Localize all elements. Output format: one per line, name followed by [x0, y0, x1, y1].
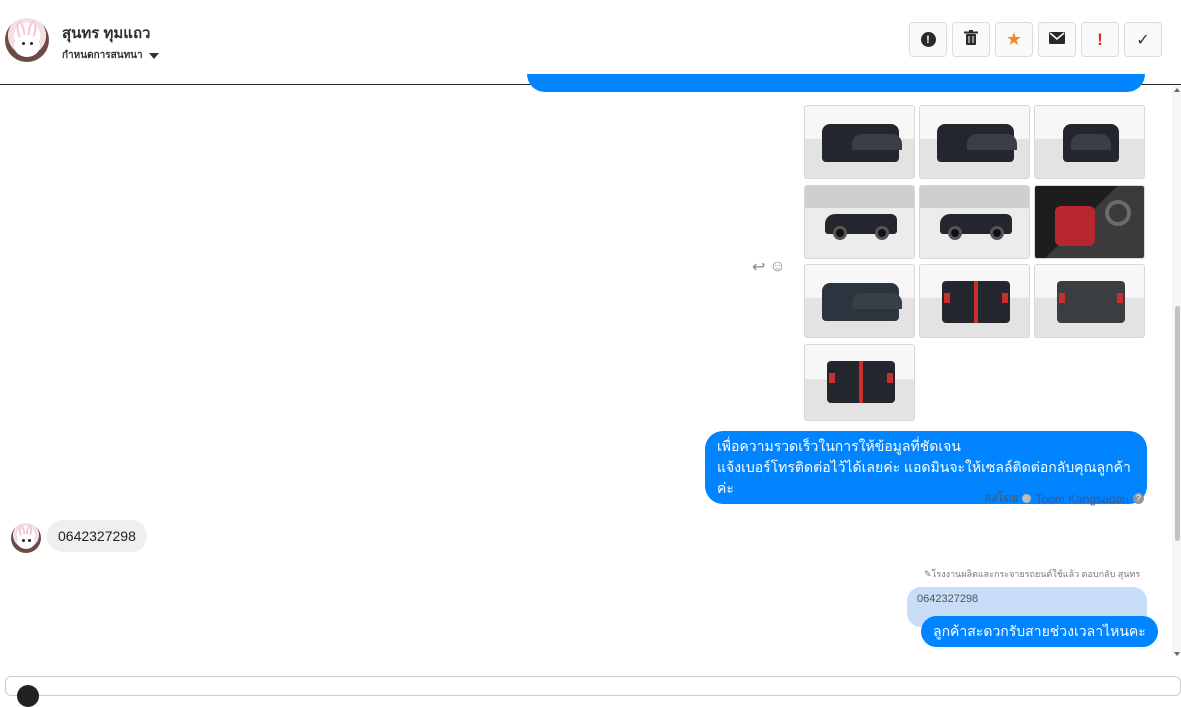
sent-by: ส่งโดย Toom Kangsadan ?	[984, 489, 1144, 508]
trash-icon	[964, 29, 978, 50]
pencil-icon: ✎	[924, 569, 932, 579]
contact-avatar[interactable]	[5, 18, 49, 62]
incoming-avatar-wrap	[11, 523, 41, 553]
reply-icon[interactable]: ↩	[752, 257, 765, 277]
scrollbar-thumb[interactable]	[1175, 306, 1180, 541]
sender-name-link[interactable]: Toom Kangsadan	[1035, 492, 1128, 506]
outgoing-message-line-1: เพื่อความรวดเร็วในการให้ข้อมูลที่ชัดเจน	[717, 438, 961, 454]
car-photo-7[interactable]	[804, 264, 915, 338]
reply-context-text: โรงงานผลิตและกระจายรถยนต์ใช้แล้ว ตอบกลับ…	[931, 569, 1141, 579]
star-button[interactable]: ★	[995, 22, 1033, 57]
scroll-down-icon[interactable]	[1174, 652, 1180, 656]
reply-context: ✎โรงงานผลิตและกระจายรถยนต์ใช้แล้ว ตอบกลั…	[924, 567, 1140, 581]
previous-message-bubble	[527, 74, 1145, 92]
mail-button[interactable]	[1038, 22, 1076, 57]
car-photo-5[interactable]	[919, 185, 1030, 259]
car-photo-6[interactable]	[1034, 185, 1145, 259]
incoming-message[interactable]: 0642327298	[47, 520, 147, 552]
car-photo-3[interactable]	[1034, 105, 1145, 179]
reply-message[interactable]: ลูกค้าสะดวกรับสายช่วงเวลาไหนคะ	[921, 616, 1158, 647]
star-icon: ★	[1005, 29, 1023, 49]
exclamation-icon: !	[1097, 29, 1103, 49]
contact-name[interactable]: สุนทร ทุมแถว	[62, 21, 150, 45]
delete-button[interactable]	[952, 22, 990, 57]
help-icon[interactable]: ?	[1132, 493, 1144, 504]
sent-by-label: ส่งโดย	[984, 491, 1019, 505]
envelope-icon	[1049, 31, 1065, 49]
scroll-up-icon[interactable]	[1174, 88, 1180, 92]
caret-down-icon	[148, 52, 159, 59]
schedule-label: กำหนดการสนทนา	[62, 50, 143, 61]
car-photo-1[interactable]	[804, 105, 915, 179]
car-photo-4[interactable]	[804, 185, 915, 259]
car-photo-8[interactable]	[919, 264, 1030, 338]
alert-circle-icon: !	[920, 32, 936, 47]
car-photo-2[interactable]	[919, 105, 1030, 179]
car-photo-10[interactable]	[804, 344, 915, 421]
done-button[interactable]: ✓	[1124, 22, 1162, 57]
check-icon: ✓	[1136, 31, 1150, 49]
spam-button[interactable]: !	[1081, 22, 1119, 57]
conversation-schedule-dropdown[interactable]: กำหนดการสนทนา	[62, 48, 159, 63]
message-composer[interactable]	[5, 676, 1181, 707]
header-actions: ! ★ ! ✓	[909, 22, 1162, 57]
emoji-reaction-icon[interactable]: ☺	[769, 258, 785, 276]
contact-avatar-small[interactable]	[11, 523, 41, 553]
car-photo-9[interactable]	[1034, 264, 1145, 338]
status-dot-icon	[1022, 494, 1032, 503]
conversation-header: สุนทร ทุมแถว กำหนดการสนทนา ! ★ ! ✓	[0, 0, 1181, 85]
message-tools: ↩ ☺	[752, 257, 786, 277]
composer-avatar	[17, 685, 39, 707]
report-button[interactable]: !	[909, 22, 947, 57]
message-thread[interactable]: ↩ ☺ เพื่อความรวดเร็วในการให้ข้อมูลที่ชัด…	[0, 74, 1181, 676]
